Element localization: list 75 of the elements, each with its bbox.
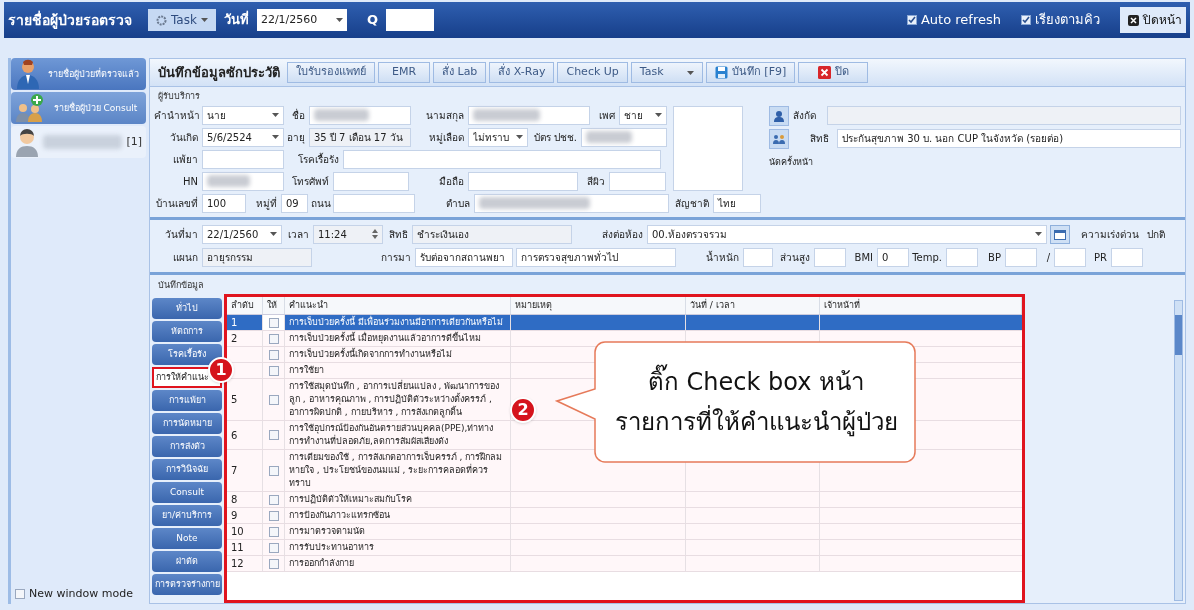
field-label: BP — [987, 250, 1002, 265]
field-label: น้ำหนัก — [705, 249, 740, 265]
input-field: 35 ปี 7 เดือน 17 วัน — [309, 127, 411, 147]
input-field: ชำระเงินเอง — [412, 224, 572, 244]
callout-text: รายการที่ให้คำแนะนำผู้ป่วย — [614, 404, 898, 440]
item-label: รายชื่อผู้ป่วย Consult — [52, 102, 139, 114]
table-cell: การใช้อุปกรณ์ป้องกันอันตรายส่วนบุคคล(PPE),ท่าทางการทำงานที่ปลอดภัย,ลดการสัมผัสเสียงดัง — [285, 421, 511, 449]
row-number: 2 — [231, 332, 238, 346]
table-cell: การใช้ยา — [285, 363, 511, 378]
table-cell: การปฏิบัติตัวให้เหมาะสมกับโรค — [285, 492, 511, 507]
table-cell: การเจ็บป่วยครั้งนี้ เมื่อหยุดงานแล้วอาการดีขึ้นไหม — [285, 331, 511, 346]
input-field: อายุรกรรม — [202, 247, 312, 267]
field-label: นามสกุล — [425, 108, 465, 123]
field-label: BMI — [853, 250, 874, 265]
item-label: รายชื่อผู้ป่วยที่ตรวจแล้ว — [47, 68, 140, 80]
field-label: เวลา — [287, 227, 310, 242]
field-label: ส่งต่อห้อง — [601, 227, 644, 242]
row-number: 5 — [231, 393, 238, 407]
section-label: ผู้รับบริการ — [157, 90, 201, 104]
field-label: สีผิว — [586, 174, 606, 189]
field-label: PR — [1093, 250, 1108, 265]
field-label: คำนำหน้า — [154, 108, 201, 123]
field-label: วันที่มา — [164, 226, 199, 242]
field-label: วันเกิด — [169, 130, 199, 145]
field-value: ปกติ — [1146, 227, 1166, 242]
table-cell: การออกกำลังกาย — [285, 556, 511, 571]
field-label: อายุ — [287, 130, 306, 145]
field-label: / — [1045, 250, 1051, 265]
field-label: บ้านเลขที่ — [155, 195, 199, 211]
row-number: 8 — [231, 493, 238, 507]
item-count: [1] — [126, 133, 142, 150]
field-label: ชื่อ — [291, 107, 306, 123]
field-label: ถนน — [311, 196, 332, 211]
table-cell: การป้องกันภาวะแทรกซ้อน — [285, 508, 511, 523]
section-label: บันทึกข้อมูล — [157, 278, 205, 293]
field-label: ตำบล — [445, 196, 471, 211]
option-label: New window mode — [29, 585, 133, 602]
field-label: HN — [182, 174, 199, 189]
row-number: 11 — [231, 541, 244, 555]
row-number: 7 — [231, 464, 238, 478]
field-label: บัตร ปชช. — [532, 130, 578, 145]
field-label: มือถือ — [438, 174, 465, 189]
date-label: วันที่ — [223, 10, 249, 30]
field-label: แพ้ยา — [172, 152, 199, 167]
field-label: สิทธิ — [388, 227, 409, 242]
field-label: สัญชาติ — [674, 196, 710, 211]
row-number: 10 — [231, 525, 244, 539]
field-label: หมู่เลือด — [428, 130, 465, 145]
form-title: บันทึกข้อมูลซักประวัติ — [157, 63, 281, 83]
table-cell: การเจ็บป่วยครั้งนี้เกิดจากการทำงานหรือไม่ — [285, 347, 511, 362]
field-label: โรคเรื้อรัง — [297, 151, 340, 167]
field-label: Temp. — [912, 250, 943, 265]
field-label: เพศ — [598, 108, 616, 123]
field-label: ความเร่งด่วน — [1080, 227, 1140, 242]
field-label: โทรศัพท์ — [291, 174, 330, 189]
field-label: นัดครั้งหน้า — [769, 155, 814, 169]
table-cell: การรับประทานอาหาร — [285, 540, 511, 555]
row-number: 6 — [231, 428, 238, 443]
field-label: การมา — [380, 250, 412, 265]
field-label: หมู่ที่ — [255, 195, 278, 211]
row-number: 9 — [231, 509, 238, 523]
callout-text: ติ๊ก Check box หน้า — [647, 364, 865, 400]
field-label: แผนก — [172, 250, 199, 265]
field-label: ส่วนสูง — [779, 250, 811, 265]
field-label: สังกัด — [793, 109, 817, 123]
row-number: 1 — [231, 316, 238, 330]
table-cell: การเจ็บป่วยครั้งนี้ มีเพื่อนร่วมงานมีอาการเดียวกันหรือไม่ — [285, 315, 511, 330]
table-cell: การมาตรวจตามนัด — [285, 524, 511, 539]
field-label: สิทธิ — [809, 132, 830, 146]
table-cell: การเตียมของใช้ , การสังเกตอาการเจ็บครรภ์ , การฝึกลมหายใจ , ประโยชน์ของนมแม่ , ระยะการคลอดที่ควรทราบ — [285, 450, 511, 491]
option-label: Auto refresh — [920, 11, 1001, 30]
option-label: เรียงตามคิว — [1035, 11, 1100, 30]
row-number: 12 — [231, 557, 244, 571]
window-title: รายชื่อผู้ป่วยรอตรวจ — [8, 9, 132, 31]
queue-label: Q — [366, 11, 378, 30]
